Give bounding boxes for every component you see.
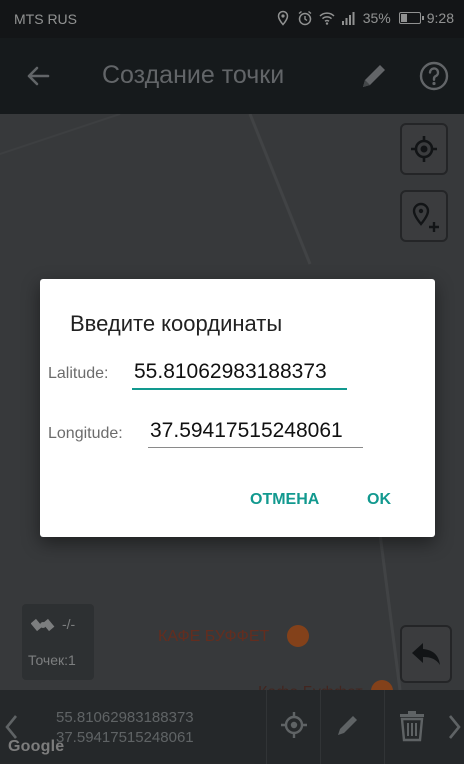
- dialog-title: Введите координаты: [70, 311, 283, 336]
- longitude-input[interactable]: [148, 418, 363, 448]
- latitude-input[interactable]: [132, 359, 347, 390]
- ok-button[interactable]: OK: [367, 491, 391, 509]
- app-screen: MTS RUS 35% 9:28 Создание точки -/- Точе…: [0, 0, 464, 764]
- latitude-label: Lalitude:: [48, 365, 109, 382]
- longitude-label: Longitude:: [48, 425, 123, 442]
- coordinates-dialog: Введите координаты Lalitude: Longitude: …: [40, 279, 435, 537]
- cancel-button[interactable]: ОТМЕНА: [250, 491, 319, 509]
